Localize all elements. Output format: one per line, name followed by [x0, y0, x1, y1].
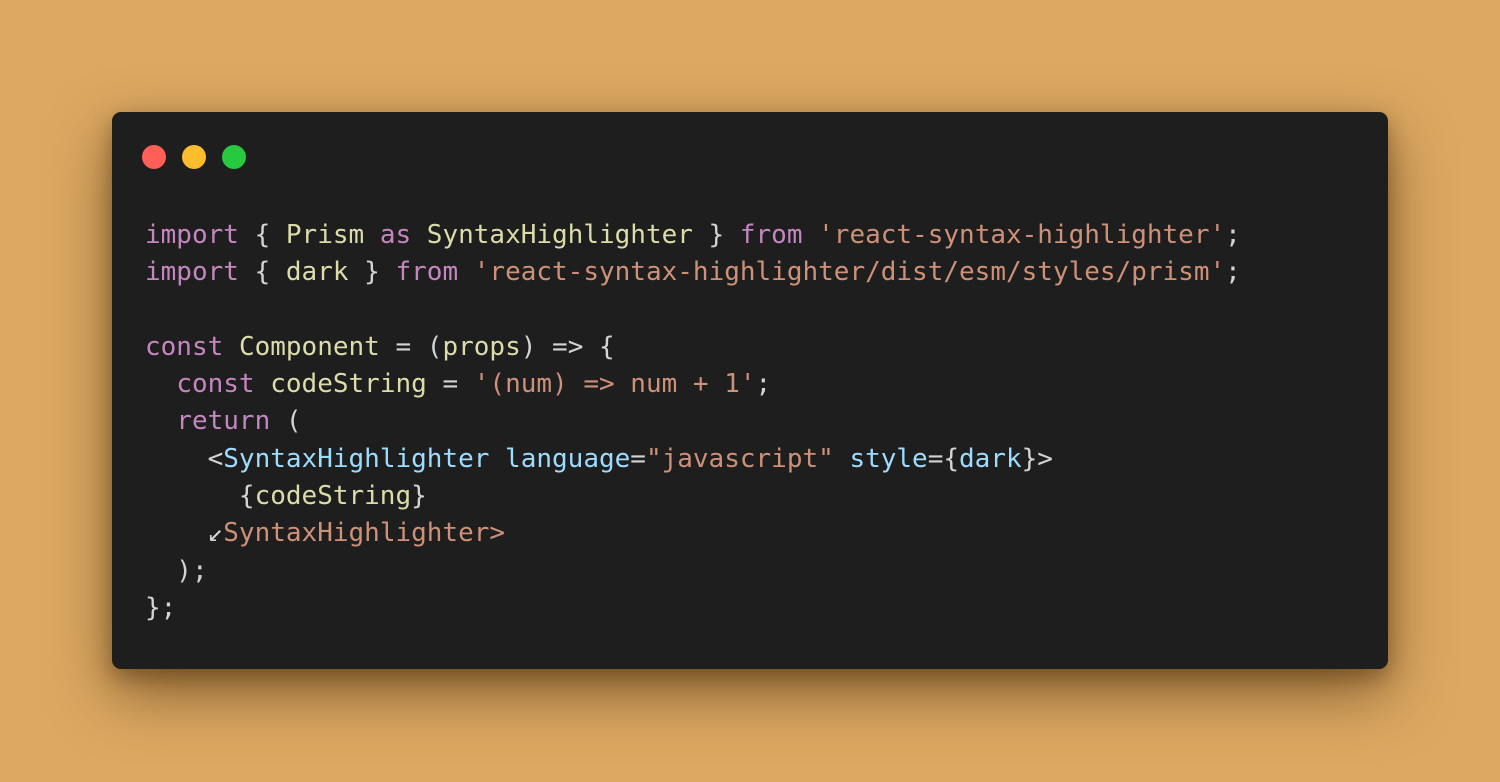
window-controls [142, 145, 246, 169]
code-token: '(num) => num + 1' [473, 369, 756, 400]
code-token: ( [270, 406, 302, 437]
code-token: ) => { [520, 331, 615, 362]
code-token: codeString [254, 481, 412, 512]
code-token: from [739, 220, 803, 250]
code-token: { [238, 220, 286, 250]
code-token: = ( [379, 331, 443, 362]
code-token: ; [1225, 257, 1241, 288]
close-control[interactable] [142, 145, 166, 169]
code-token: < [145, 443, 224, 474]
code-token: ; [755, 369, 772, 400]
code-token: import [145, 220, 239, 250]
code-line: <SyntaxHighlighter language="javascript"… [145, 441, 1241, 478]
code-token: import [145, 257, 239, 288]
code-line: import { dark } from 'react-syntax-highl… [145, 254, 1241, 291]
minimize-control[interactable] [182, 145, 206, 169]
code-token: as [379, 220, 412, 250]
code-line: ↙SyntaxHighlighter> [145, 515, 1241, 552]
code-token: Component [238, 331, 380, 362]
code-token: = [426, 369, 474, 400]
code-token: ; [1225, 220, 1241, 250]
code-token: ); [145, 555, 208, 586]
code-token: codeString [270, 369, 427, 400]
code-token: } [348, 257, 396, 288]
code-line: {codeString} [145, 478, 1241, 515]
code-token: const [176, 369, 255, 400]
code-line: }; [145, 590, 1241, 627]
code-token: } [411, 481, 427, 512]
code-line: import { Prism as SyntaxHighlighter } fr… [145, 217, 1241, 254]
code-token: dark [959, 443, 1022, 474]
code-line: const Component = (props) => { [145, 329, 1241, 366]
code-token: { [145, 481, 255, 512]
code-line: const codeString = '(num) => num + 1'; [145, 366, 1241, 403]
code-token: { [238, 257, 286, 288]
code-block: import { Prism as SyntaxHighlighter } fr… [145, 217, 1241, 627]
code-line: ); [145, 553, 1241, 590]
code-token: ={ [927, 443, 960, 474]
code-token: 'react-syntax-highlighter/dist/esm/style… [473, 257, 1226, 288]
code-window: import { Prism as SyntaxHighlighter } fr… [112, 112, 1388, 669]
maximize-control[interactable] [222, 145, 246, 169]
code-token: style [849, 443, 928, 474]
code-token: const [145, 331, 224, 362]
code-token: SyntaxHighlighter> [223, 518, 506, 549]
code-token: from [395, 257, 459, 288]
code-line: return ( [145, 403, 1241, 440]
code-token: } [692, 220, 740, 250]
code-token: Prism [285, 220, 365, 250]
code-token: return [176, 406, 271, 437]
code-token: SyntaxHighlighter [223, 443, 490, 474]
code-token: dark [285, 257, 349, 288]
code-token: SyntaxHighlighter [426, 220, 693, 250]
code-token: 'react-syntax-highlighter' [818, 220, 1226, 250]
code-token: }> [1021, 443, 1053, 474]
code-token: "javascript" [645, 443, 834, 474]
code-token: }; [145, 592, 177, 623]
code-token: = [630, 443, 646, 474]
code-token: ↙ [145, 518, 224, 549]
code-token: language [505, 443, 631, 474]
code-token: props [442, 331, 521, 362]
